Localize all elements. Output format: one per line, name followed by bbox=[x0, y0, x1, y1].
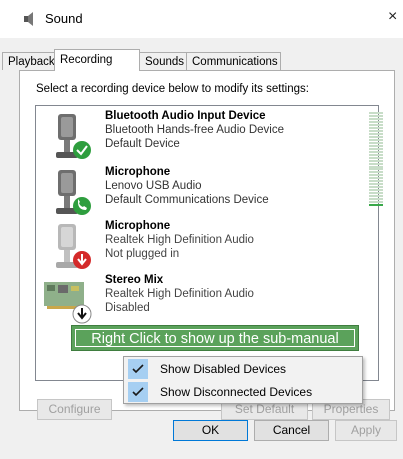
tab-playback[interactable]: Playback bbox=[2, 52, 55, 70]
device-status: Disabled bbox=[105, 302, 150, 314]
level-meter bbox=[369, 168, 383, 207]
tab-strip: Playback Recording Sounds Communications bbox=[0, 49, 403, 71]
title-bar: Sound × bbox=[0, 0, 403, 38]
device-status: Default Device bbox=[105, 138, 180, 150]
list-item[interactable]: Microphone Realtek High Definition Audio… bbox=[36, 220, 378, 280]
device-driver: Bluetooth Hands-free Audio Device bbox=[105, 124, 284, 136]
apply-button[interactable]: Apply bbox=[335, 420, 397, 441]
context-menu: Show Disabled Devices Show Disconnected … bbox=[123, 356, 363, 404]
speaker-icon bbox=[24, 12, 33, 26]
device-driver: Realtek High Definition Audio bbox=[105, 234, 254, 246]
menu-item-show-disconnected[interactable]: Show Disconnected Devices bbox=[124, 381, 362, 403]
device-name: Stereo Mix bbox=[105, 274, 164, 286]
device-status: Not plugged in bbox=[105, 248, 180, 260]
microphone-icon bbox=[56, 224, 91, 269]
green-check-badge bbox=[73, 141, 91, 159]
device-name: Bluetooth Audio Input Device bbox=[105, 110, 266, 122]
device-status: Default Communications Device bbox=[105, 194, 269, 206]
device-driver: Lenovo USB Audio bbox=[105, 180, 202, 192]
microphone-icon bbox=[56, 114, 91, 159]
close-icon[interactable]: × bbox=[388, 8, 397, 26]
menu-item-label: Show Disconnected Devices bbox=[160, 385, 313, 399]
tab-recording[interactable]: Recording bbox=[54, 49, 140, 71]
menu-item-label: Show Disabled Devices bbox=[160, 362, 287, 376]
window-title: Sound bbox=[45, 11, 83, 26]
menu-item-show-disabled[interactable]: Show Disabled Devices bbox=[124, 358, 362, 380]
level-meter bbox=[369, 112, 383, 169]
checkmark-icon bbox=[128, 382, 148, 402]
tab-sounds[interactable]: Sounds bbox=[139, 52, 187, 70]
device-driver: Realtek High Definition Audio bbox=[105, 288, 254, 300]
checkmark-icon bbox=[128, 359, 148, 379]
callout-text: Right Click to show up the sub-manual bbox=[75, 329, 355, 347]
cancel-button[interactable]: Cancel bbox=[254, 420, 329, 441]
ok-button[interactable]: OK bbox=[173, 420, 248, 441]
tab-communications[interactable]: Communications bbox=[186, 52, 281, 70]
list-item[interactable]: Microphone Lenovo USB Audio Default Comm… bbox=[36, 166, 383, 226]
instruction-text: Select a recording device below to modif… bbox=[36, 83, 309, 95]
green-phone-badge bbox=[73, 197, 91, 215]
microphone-icon bbox=[56, 170, 91, 215]
device-name: Microphone bbox=[105, 166, 171, 178]
list-item[interactable]: Bluetooth Audio Input Device Bluetooth H… bbox=[36, 110, 383, 170]
callout-banner: Right Click to show up the sub-manual bbox=[71, 325, 359, 351]
configure-button[interactable]: Configure bbox=[37, 399, 112, 420]
sound-card-icon bbox=[44, 282, 92, 324]
device-name: Microphone bbox=[105, 220, 171, 232]
